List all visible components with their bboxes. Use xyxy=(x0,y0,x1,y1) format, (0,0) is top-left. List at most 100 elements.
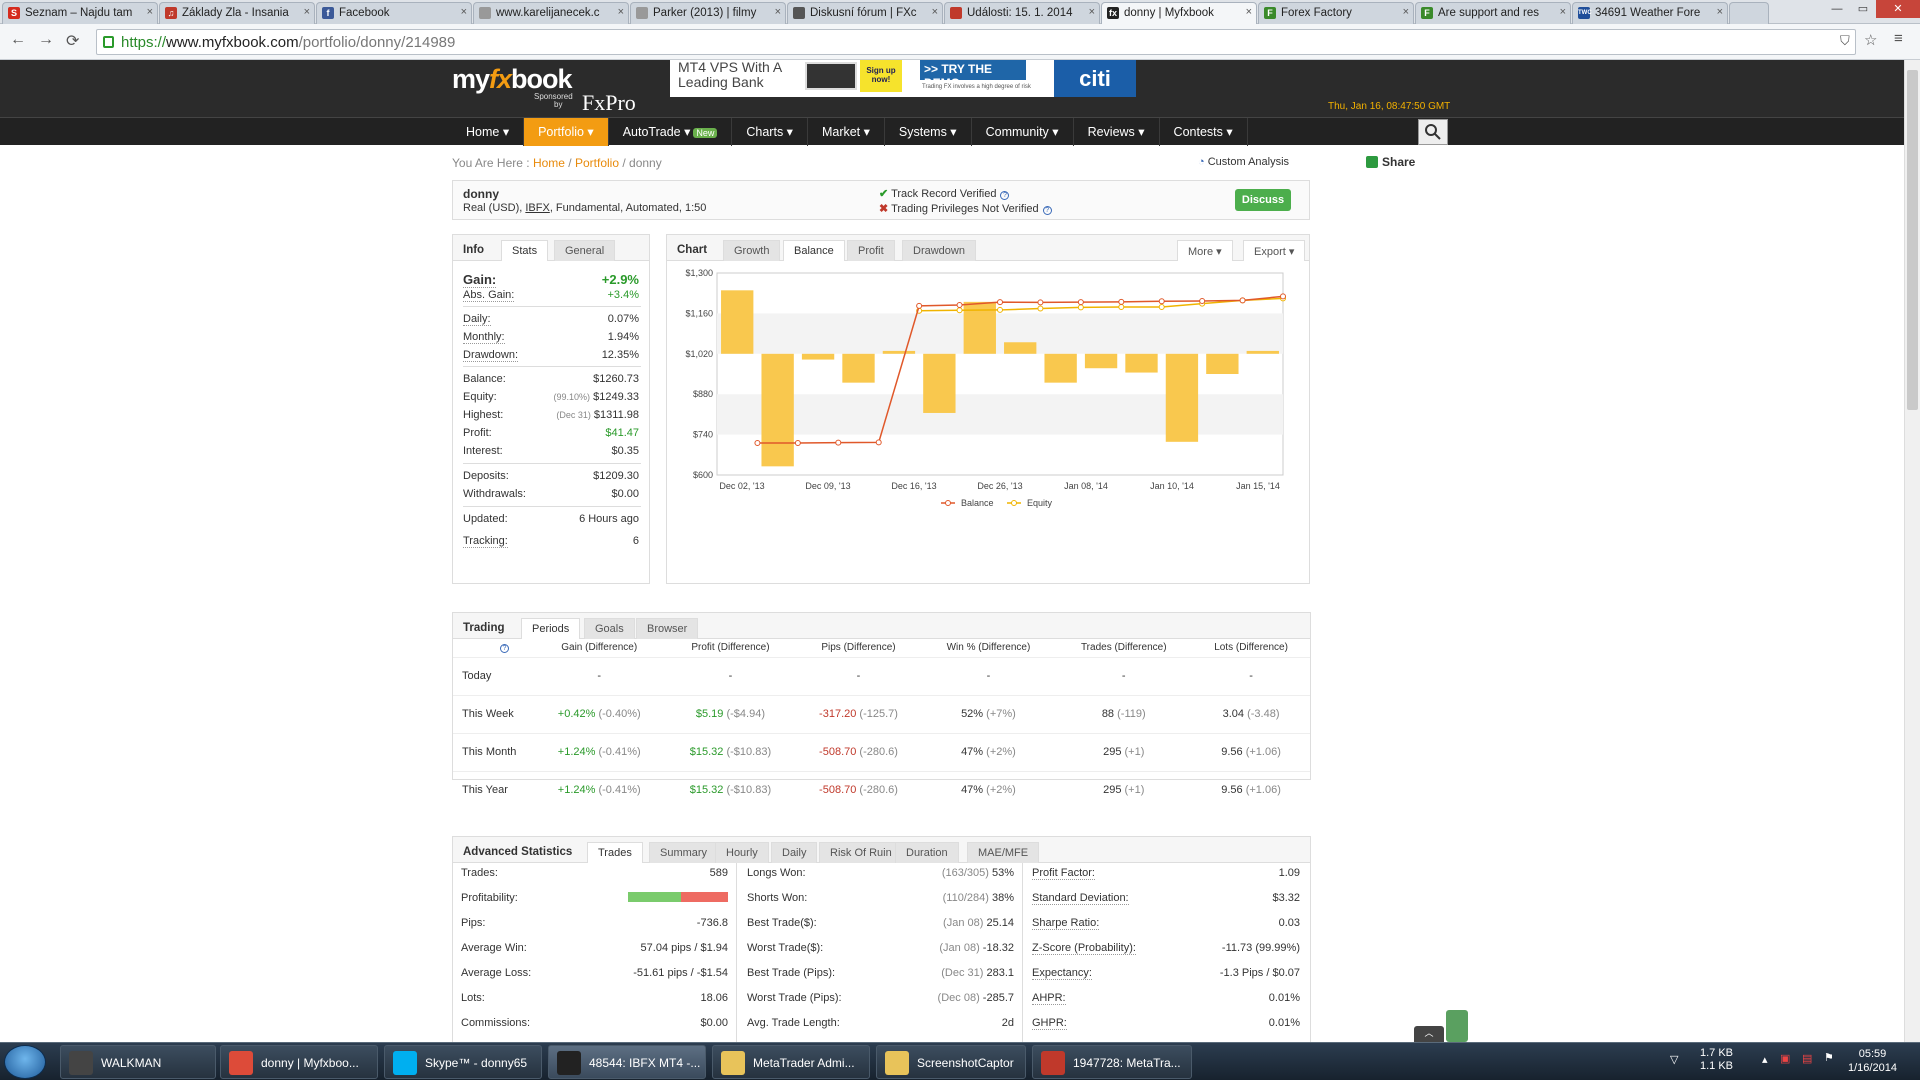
url-input[interactable]: https://www.myfxbook.com/portfolio/donny… xyxy=(96,29,1856,55)
browser-tab[interactable]: F Are support and res × xyxy=(1415,2,1571,24)
menu-icon[interactable]: ≡ xyxy=(1894,30,1903,47)
stat-label[interactable]: Profit Factor: xyxy=(1032,867,1095,880)
help-icon[interactable]: ? xyxy=(1000,191,1010,200)
scroll-top-button[interactable]: ︿ xyxy=(1414,1026,1444,1042)
tab-goals[interactable]: Goals xyxy=(584,618,635,639)
balance-chart[interactable]: $1,300 $1,160 $1,020 $880 $740 $600 Dec 02, '1… xyxy=(667,263,1307,583)
browser-tab[interactable]: Parker (2013) | filmy × xyxy=(630,2,786,24)
balance-point[interactable] xyxy=(794,439,801,446)
browser-tab[interactable]: F Forex Factory × xyxy=(1258,2,1414,24)
balance-point[interactable] xyxy=(1077,299,1084,306)
daily-profit-bar[interactable] xyxy=(1125,353,1158,373)
taskbar-item[interactable]: MetaTrader Admi... xyxy=(712,1045,870,1079)
daily-profit-bar[interactable] xyxy=(1246,350,1279,354)
taskbar-item[interactable]: 1947728: MetaTra... xyxy=(1032,1045,1192,1079)
export-dropdown[interactable]: Export ▾ xyxy=(1243,240,1306,261)
daily-profit-bar[interactable] xyxy=(1165,353,1199,442)
shield-icon[interactable]: ⛉ xyxy=(1840,33,1850,49)
balance-point[interactable] xyxy=(1158,298,1165,305)
scrollbar-thumb[interactable] xyxy=(1907,70,1918,410)
tab-browser[interactable]: Browser xyxy=(636,618,699,639)
back-arrow-icon[interactable]: ← xyxy=(10,31,26,49)
browser-tab[interactable]: ♫ Základy Zla - Insania × xyxy=(159,2,315,24)
balance-point[interactable] xyxy=(1118,298,1125,305)
daily-profit-bar[interactable] xyxy=(761,353,794,467)
search-button[interactable] xyxy=(1418,119,1448,145)
bookmark-star-icon[interactable]: ☆ xyxy=(1864,31,1877,49)
daily-profit-bar[interactable] xyxy=(923,353,956,413)
forward-arrow-icon[interactable]: → xyxy=(38,31,54,49)
new-tab-button[interactable] xyxy=(1729,2,1769,24)
help-icon[interactable]: ? xyxy=(500,644,509,654)
stat-label[interactable]: GHPR: xyxy=(1032,1017,1067,1030)
tab-summary[interactable]: Summary xyxy=(649,842,719,863)
menu-item[interactable]: Portfolio ▾ xyxy=(524,118,609,146)
equity-point[interactable] xyxy=(1037,305,1044,312)
menu-item[interactable]: Community ▾ xyxy=(972,118,1074,146)
close-tab-icon[interactable]: × xyxy=(1403,6,1409,18)
daily-profit-bar[interactable] xyxy=(1084,353,1118,369)
browser-tab[interactable]: f Facebook × xyxy=(316,2,472,24)
tab-chart[interactable]: Chart xyxy=(667,240,717,261)
stat-label[interactable]: Z-Score (Probability): xyxy=(1032,942,1136,955)
daily-profit-bar[interactable] xyxy=(882,350,916,354)
balance-point[interactable] xyxy=(997,299,1003,306)
breadcrumb-portfolio-link[interactable]: Portfolio xyxy=(575,156,619,170)
stat-label[interactable]: Standard Deviation: xyxy=(1032,892,1129,905)
share-button[interactable]: Share xyxy=(1366,155,1415,169)
browser-tab[interactable]: www.karelijanecek.c × xyxy=(473,2,629,24)
equity-point[interactable] xyxy=(1077,304,1084,311)
feedback-chat-icon[interactable] xyxy=(1446,1010,1468,1042)
menu-item[interactable]: Contests ▾ xyxy=(1160,118,1248,146)
stat-label[interactable]: AHPR: xyxy=(1032,992,1066,1005)
daily-profit-bar[interactable] xyxy=(1044,353,1077,383)
menu-item[interactable]: Home ▾ xyxy=(452,118,525,146)
maximize-button[interactable]: ▭ xyxy=(1850,0,1876,18)
close-tab-icon[interactable]: × xyxy=(461,6,467,18)
close-tab-icon[interactable]: × xyxy=(618,6,624,18)
equity-point[interactable] xyxy=(1118,304,1125,311)
tab-growth[interactable]: Growth xyxy=(723,240,781,261)
tab-mae-mfe[interactable]: MAE/MFE xyxy=(967,842,1040,863)
stat-label[interactable]: Expectancy: xyxy=(1032,967,1092,980)
close-tab-icon[interactable]: × xyxy=(1089,6,1095,18)
tab-trading[interactable]: Trading xyxy=(453,618,515,639)
menu-item[interactable]: Market ▾ xyxy=(808,118,885,146)
close-window-button[interactable]: ✕ xyxy=(1876,0,1920,18)
close-tab-icon[interactable]: × xyxy=(1560,6,1566,18)
more-dropdown[interactable]: More ▾ xyxy=(1177,240,1233,261)
broker-link[interactable]: IBFX xyxy=(525,202,549,214)
balance-point[interactable] xyxy=(916,302,923,309)
menu-item[interactable]: AutoTrade ▾ New xyxy=(609,118,733,146)
discuss-button[interactable]: Discuss xyxy=(1235,189,1291,211)
daily-profit-bar[interactable] xyxy=(1004,342,1037,354)
close-tab-icon[interactable]: × xyxy=(304,6,310,18)
taskbar-item[interactable]: 48544: IBFX MT4 -... xyxy=(548,1045,706,1079)
try-demo-button[interactable]: >> TRY THE DEMO xyxy=(920,60,1026,90)
tab-daily[interactable]: Daily xyxy=(771,842,818,863)
fxpro-logo[interactable]: FxPro xyxy=(582,90,636,116)
taskbar-item[interactable]: donny | Myfxboo... xyxy=(220,1045,378,1079)
browser-tab[interactable]: TWC 34691 Weather Fore × xyxy=(1572,2,1728,24)
close-tab-icon[interactable]: × xyxy=(147,6,153,18)
tab-duration[interactable]: Duration xyxy=(895,842,959,863)
reload-icon[interactable]: ⟳ xyxy=(66,31,79,51)
tab-periods[interactable]: Periods xyxy=(521,618,581,639)
daily-profit-bar[interactable] xyxy=(842,353,875,383)
tab-profit[interactable]: Profit xyxy=(847,240,895,261)
close-tab-icon[interactable]: × xyxy=(1246,6,1252,18)
myfxbook-logo[interactable]: myfxbook xyxy=(452,64,573,95)
menu-item[interactable]: Reviews ▾ xyxy=(1074,118,1160,146)
balance-point[interactable] xyxy=(835,439,842,446)
vertical-scrollbar[interactable] xyxy=(1904,60,1920,1042)
taskbar-item[interactable]: ScreenshotCaptor xyxy=(876,1045,1026,1079)
menu-item[interactable]: Charts ▾ xyxy=(732,118,808,146)
browser-tab[interactable]: fx donny | Myfxbook × xyxy=(1101,2,1257,24)
close-tab-icon[interactable]: × xyxy=(775,6,781,18)
equity-point[interactable] xyxy=(1158,304,1165,311)
menu-item[interactable]: Systems ▾ xyxy=(885,118,972,146)
tab-risk-of-ruin[interactable]: Risk Of Ruin xyxy=(819,842,903,863)
system-clock[interactable]: 05:59 1/16/2014 xyxy=(1848,1047,1897,1075)
taskbar-item[interactable]: Skype™ - donny65 xyxy=(384,1045,542,1079)
equity-point[interactable] xyxy=(997,306,1003,313)
